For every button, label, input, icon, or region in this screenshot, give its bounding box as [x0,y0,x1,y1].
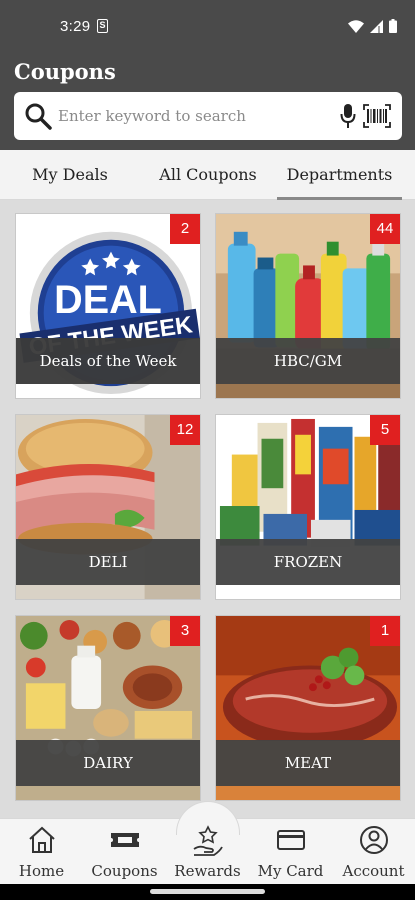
coupon-count-badge: 44 [370,214,400,244]
status-bar: 3:29 S [0,0,415,56]
deal-image-text-line1: DEAL [54,278,162,322]
barcode-scanner-icon[interactable] [363,104,391,128]
home-icon [28,826,55,853]
nav-home[interactable]: Home [0,819,83,885]
coupon-count-badge: 3 [170,616,200,646]
account-icon [359,826,388,854]
department-tile-hbc-gm[interactable]: HBC/GM 44 [215,213,401,399]
coupon-count-badge: 12 [170,415,200,445]
card-icon [276,830,305,850]
coupon-count-badge: 2 [170,214,200,244]
wifi-icon [348,19,364,33]
status-indicator-icon: S [97,19,108,33]
department-label: DELI [16,539,200,585]
department-label: DAIRY [16,740,200,786]
nav-coupons[interactable]: Coupons [83,819,166,885]
search-bar [14,92,402,140]
departments-grid: DEAL OF THE WEEK Deals of the Week 2 HBC… [0,200,415,818]
nav-label: My Card [257,862,324,880]
department-tile-meat[interactable]: MEAT 1 [215,615,401,801]
department-tile-deals-of-the-week[interactable]: DEAL OF THE WEEK Deals of the Week 2 [15,213,201,399]
system-gesture-bar [0,884,415,900]
nav-label: Account [342,862,405,880]
signal-icon [370,19,383,33]
bottom-navigation: Home Coupons Rewards My Card Account [0,801,415,885]
battery-icon [389,19,397,33]
nav-label: Rewards [174,862,241,880]
search-input[interactable] [58,102,318,130]
app-header: Coupons [0,56,415,150]
status-time: 3:29 [60,18,91,35]
nav-label: Home [18,862,65,880]
tab-departments[interactable]: Departments [277,150,402,200]
department-tile-dairy[interactable]: DAIRY 3 [15,615,201,801]
tab-my-deals[interactable]: My Deals [14,150,126,198]
status-icons [348,19,397,33]
gesture-handle[interactable] [150,889,265,894]
search-icon[interactable] [24,102,52,130]
nav-rewards[interactable]: Rewards [166,819,249,885]
tab-all-coupons[interactable]: All Coupons [146,150,270,198]
department-label: Deals of the Week [16,338,200,384]
microphone-icon[interactable] [340,103,356,129]
coupon-count-badge: 5 [370,415,400,445]
coupon-icon [110,833,139,847]
nav-account[interactable]: Account [332,819,415,885]
page-title: Coupons [14,59,116,84]
department-tile-deli[interactable]: DELI 12 [15,414,201,600]
department-tile-frozen[interactable]: FROZEN 5 [215,414,401,600]
rewards-icon [193,825,223,856]
department-label: HBC/GM [216,338,400,384]
nav-label: Coupons [91,862,158,880]
tab-bar: My Deals All Coupons Departments [0,150,415,200]
department-label: FROZEN [216,539,400,585]
nav-my-card[interactable]: My Card [249,819,332,885]
coupon-count-badge: 1 [370,616,400,646]
department-label: MEAT [216,740,400,786]
